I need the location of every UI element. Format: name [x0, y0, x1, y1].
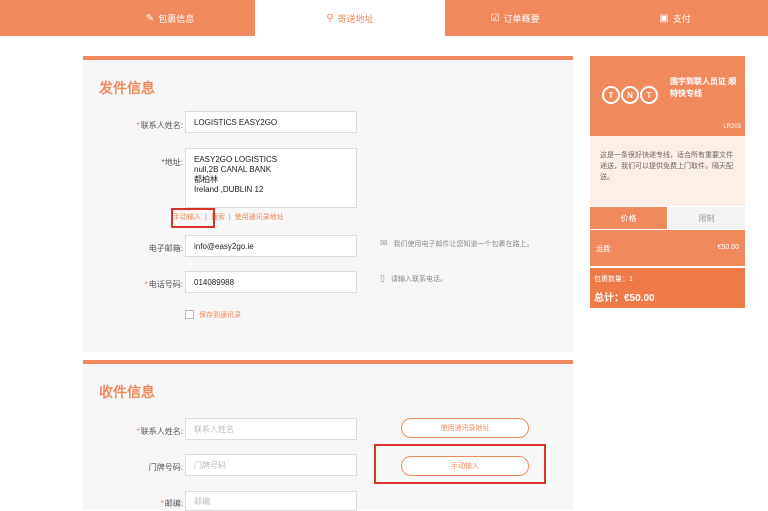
total-price: 总计：€50.00	[594, 293, 655, 304]
receiver-zip-input[interactable]: 邮编	[185, 491, 357, 511]
product-card-header: T N T 国字到联人员证 顺特快专线 LR203	[590, 56, 745, 136]
save-to-address-book-checkbox[interactable]	[185, 310, 194, 319]
highlight-box-manual-button	[374, 444, 546, 484]
phone-hint: ▯ 请输入联系电话。	[380, 273, 447, 283]
package-count: 包裹数量：1	[594, 276, 633, 283]
sender-phone-label: *电话号码:	[144, 280, 183, 289]
step-arrow	[410, 0, 428, 36]
price-label: 运费:	[596, 246, 612, 253]
product-title: 国字到联人员证 顺特快专线	[670, 77, 737, 98]
checkout-steps: ✎ 包裹信息 ⚲ 寄送地址 ☑ 订单概要 ▣ 支付	[0, 0, 768, 36]
step-package-info[interactable]: ✎ 包裹信息	[95, 0, 245, 36]
product-tabs: 价格 限制	[590, 207, 745, 229]
tab-restrictions[interactable]: 限制	[668, 207, 745, 229]
receiver-contact-label: *联系人姓名:	[136, 427, 183, 436]
sender-address-textarea[interactable]: EASY2GO LOGISTICS null,2B CANAL BANK 都柏林…	[185, 148, 357, 208]
receiver-panel: 收件信息 *联系人姓名: 联系人姓名 使用通讯录地址 门牌号码: 门牌号码 手动…	[83, 360, 573, 511]
email-hint: ✉ 我们使用电子邮件让您知道一个包裹在路上。	[380, 238, 534, 248]
product-code: LR203	[723, 124, 741, 130]
sender-panel: 发件信息 *联系人姓名: LOGISTICS EASY2GO *地址: EASY…	[83, 56, 573, 352]
envelope-icon: ✉	[380, 238, 388, 248]
receiver-title: 收件信息	[99, 384, 155, 400]
receiver-door-input[interactable]: 门牌号码	[185, 454, 357, 476]
sender-address-label: *地址:	[161, 158, 183, 167]
product-description: 这是一条很好快递专线，适合所有重要文件递送，我们可以提供免费上门取件，隔天配送。	[590, 136, 745, 206]
highlight-box-manual-link	[171, 208, 215, 228]
phone-icon: ▯	[380, 273, 385, 283]
sender-phone-input[interactable]: 014089988	[185, 271, 357, 293]
tab-price[interactable]: 价格	[590, 207, 667, 229]
tnt-logo: T N T	[602, 86, 659, 104]
save-to-address-book-label[interactable]: 保存到通讯录	[199, 310, 241, 320]
sender-email-input[interactable]: info@easy2go.ie	[185, 235, 357, 257]
sender-contact-input[interactable]: LOGISTICS EASY2GO	[185, 111, 357, 133]
payment-card-icon: ▣	[659, 12, 669, 24]
use-address-book-link[interactable]: 使用通讯录地址	[235, 212, 284, 222]
sender-title: 发件信息	[99, 80, 155, 96]
step-order-summary[interactable]: ☑ 订单概要	[440, 0, 590, 36]
use-address-book-button[interactable]: 使用通讯录地址	[401, 418, 529, 438]
receiver-contact-input[interactable]: 联系人姓名	[185, 418, 357, 440]
price-value: €50.00	[717, 244, 739, 251]
step-payment[interactable]: ▣ 支付	[600, 0, 750, 36]
sender-contact-label: *联系人姓名:	[136, 121, 183, 130]
receiver-door-label: 门牌号码:	[148, 463, 183, 472]
sender-email-label: 电子邮箱:	[148, 244, 183, 253]
location-pin-icon: ⚲	[326, 12, 334, 24]
receiver-zip-label: *邮编:	[160, 499, 183, 508]
edit-icon: ✎	[145, 12, 155, 24]
order-summary: 包裹数量：1 总计：€50.00	[590, 268, 745, 308]
price-row: 运费: €50.00	[590, 230, 745, 266]
checklist-icon: ☑	[490, 12, 500, 24]
